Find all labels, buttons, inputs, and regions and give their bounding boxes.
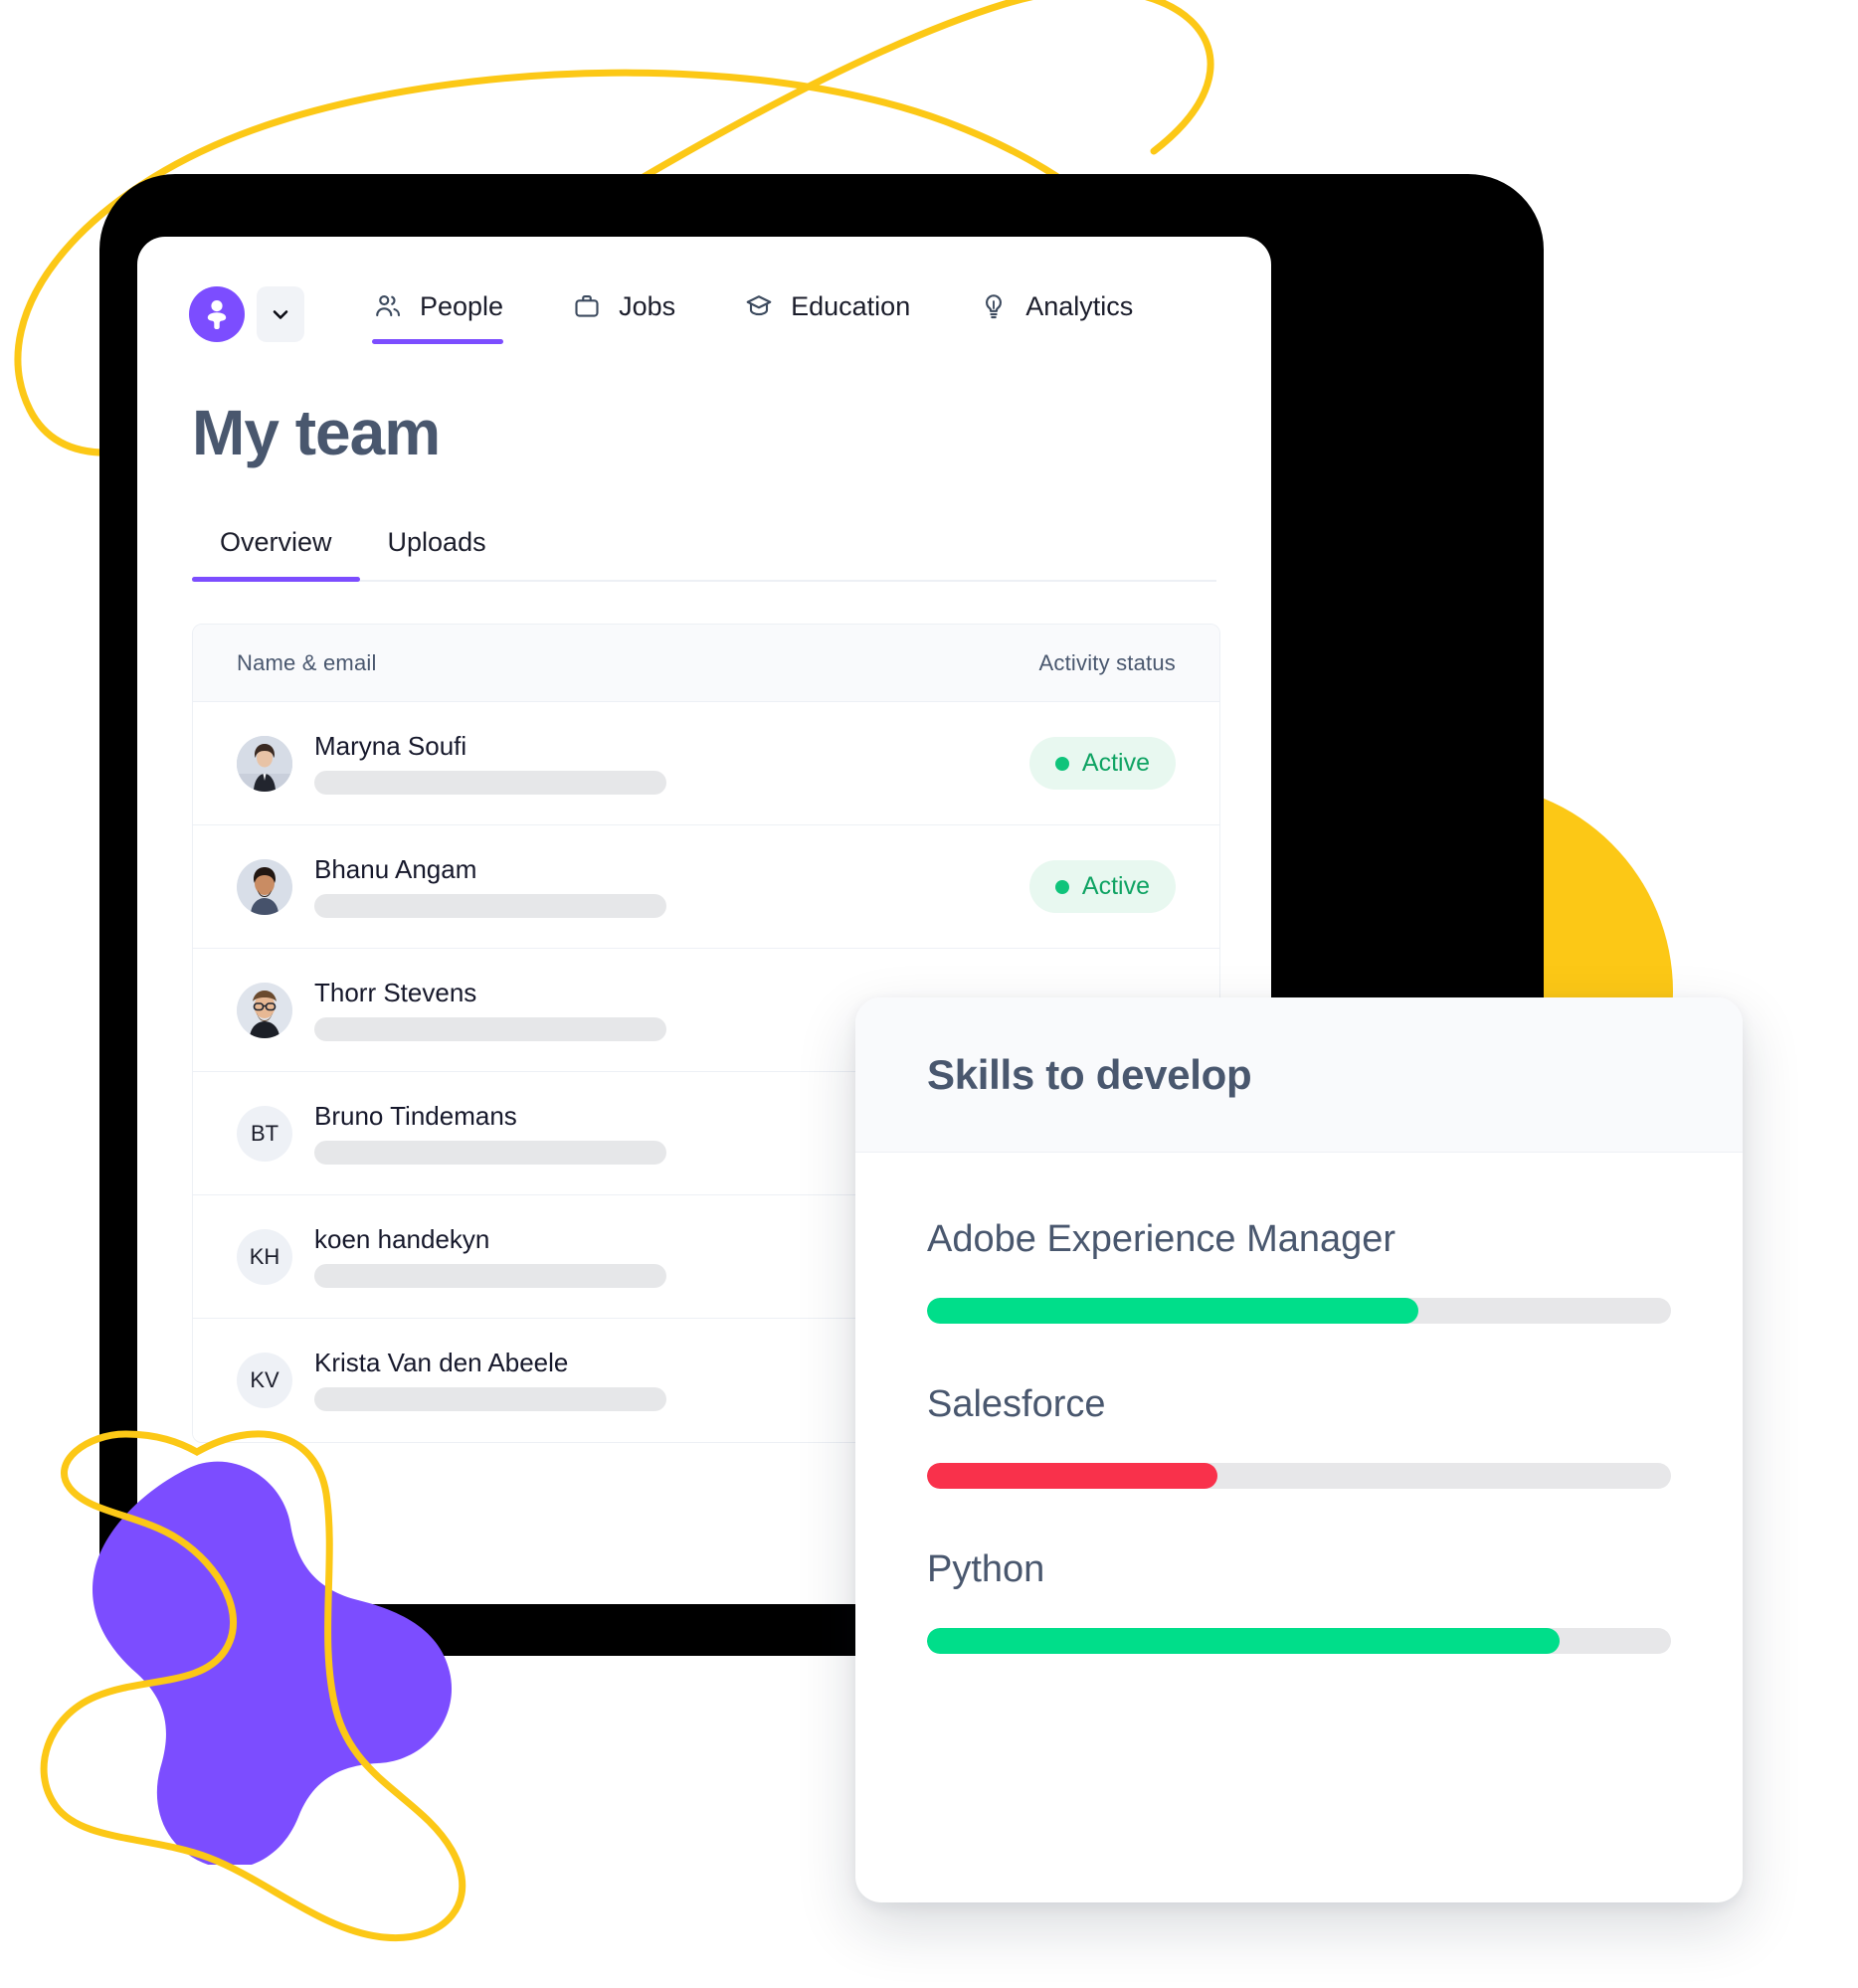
graduation-cap-icon: [743, 290, 775, 322]
tab-overview-label: Overview: [220, 527, 332, 557]
skill-name: Adobe Experience Manager: [927, 1218, 1396, 1260]
nav-label-education: Education: [791, 290, 911, 321]
skills-to-develop-card: Skills to develop Adobe Experience Manag…: [855, 997, 1743, 1902]
nav-label-jobs: Jobs: [619, 290, 676, 321]
tab-uploads[interactable]: Uploads: [360, 527, 514, 580]
avatar: [237, 735, 292, 792]
person-cell: Maryna Soufi: [237, 733, 666, 795]
skills-card-title: Skills to develop: [927, 1050, 1252, 1098]
avatar-initials: BT: [237, 1105, 292, 1162]
skills-card-header: Skills to develop: [855, 997, 1743, 1153]
skill-progress-track: [927, 1628, 1671, 1654]
status-label: Active: [1081, 872, 1150, 900]
status-badge: Active: [1028, 860, 1176, 913]
avatar: [237, 858, 292, 915]
nav-label-people: People: [420, 290, 504, 321]
brand-group: [189, 286, 304, 342]
skill-progress-fill: [927, 1298, 1418, 1324]
person-cell: KH koen handekyn: [237, 1226, 666, 1288]
person-cell: Thorr Stevens: [237, 980, 666, 1041]
person-name: Maryna Soufi: [314, 730, 467, 761]
email-placeholder-bar: [314, 1140, 666, 1165]
table-row[interactable]: Bhanu Angam Active: [193, 825, 1219, 949]
person-name: Bhanu Angam: [314, 853, 477, 884]
skill-progress-track: [927, 1298, 1671, 1324]
person-name: Krista Van den Abeele: [314, 1348, 569, 1377]
sub-tabs: Overview Uploads: [192, 527, 1216, 582]
person-name: Thorr Stevens: [314, 977, 477, 1007]
person-cell: Bhanu Angam: [237, 856, 666, 918]
skill-name: Python: [927, 1548, 1045, 1590]
avatar-initials: KH: [237, 1228, 292, 1285]
nav-item-people[interactable]: People: [372, 284, 504, 344]
table-row[interactable]: Maryna Soufi Active: [193, 702, 1219, 825]
nav-items: People Jobs Education Analytics: [372, 284, 1201, 344]
person-text: Maryna Soufi: [314, 733, 666, 795]
nav-item-analytics[interactable]: Analytics: [978, 284, 1133, 344]
status-label: Active: [1081, 749, 1150, 777]
tab-uploads-label: Uploads: [387, 527, 486, 557]
skill-progress-fill: [927, 1628, 1560, 1654]
column-header-activity-status: Activity status: [1038, 649, 1176, 675]
email-placeholder-bar: [314, 1016, 666, 1041]
nav-item-jobs[interactable]: Jobs: [571, 284, 675, 344]
email-placeholder-bar: [314, 893, 666, 918]
person-text: koen handekyn: [314, 1226, 666, 1288]
person-cell: KV Krista Van den Abeele: [237, 1350, 666, 1411]
skill-item: Salesforce: [927, 1385, 1671, 1489]
chevron-down-icon: [273, 310, 288, 319]
skill-item: Adobe Experience Manager: [927, 1220, 1671, 1324]
skill-progress-fill: [927, 1463, 1217, 1489]
person-name: Bruno Tindemans: [314, 1100, 517, 1131]
nav-label-analytics: Analytics: [1025, 290, 1134, 321]
email-placeholder-bar: [314, 1387, 666, 1411]
person-cell: BT Bruno Tindemans: [237, 1103, 666, 1165]
skills-list: Adobe Experience Manager Salesforce Pyth…: [855, 1153, 1743, 1654]
lightbulb-icon: [978, 290, 1010, 322]
skill-progress-track: [927, 1463, 1671, 1489]
tab-overview[interactable]: Overview: [192, 527, 360, 582]
person-text: Krista Van den Abeele: [314, 1350, 666, 1411]
email-placeholder-bar: [314, 770, 666, 795]
status-badge: Active: [1028, 737, 1176, 790]
top-navigation-bar: People Jobs Education Analytics: [137, 237, 1271, 344]
table-header-row: Name & email Activity status: [193, 625, 1219, 702]
skill-item: Python: [927, 1550, 1671, 1654]
nav-item-education[interactable]: Education: [743, 284, 910, 344]
avatar-initials: KV: [237, 1353, 292, 1408]
scene-root: People Jobs Education Analytics My team …: [0, 0, 1858, 1988]
avatar: [237, 982, 292, 1038]
briefcase-icon: [571, 290, 603, 322]
person-text: Bruno Tindemans: [314, 1103, 666, 1165]
person-text: Thorr Stevens: [314, 980, 666, 1041]
skill-name: Salesforce: [927, 1383, 1106, 1425]
status-dot-icon: [1054, 879, 1069, 894]
person-logo-icon[interactable]: [189, 286, 245, 342]
people-icon: [372, 290, 404, 322]
email-placeholder-bar: [314, 1263, 666, 1288]
person-text: Bhanu Angam: [314, 856, 666, 918]
person-name: koen handekyn: [314, 1223, 490, 1254]
page-title: My team: [192, 397, 441, 468]
brand-dropdown-button[interactable]: [257, 286, 304, 342]
column-header-name-email: Name & email: [237, 649, 377, 675]
status-dot-icon: [1054, 756, 1069, 771]
